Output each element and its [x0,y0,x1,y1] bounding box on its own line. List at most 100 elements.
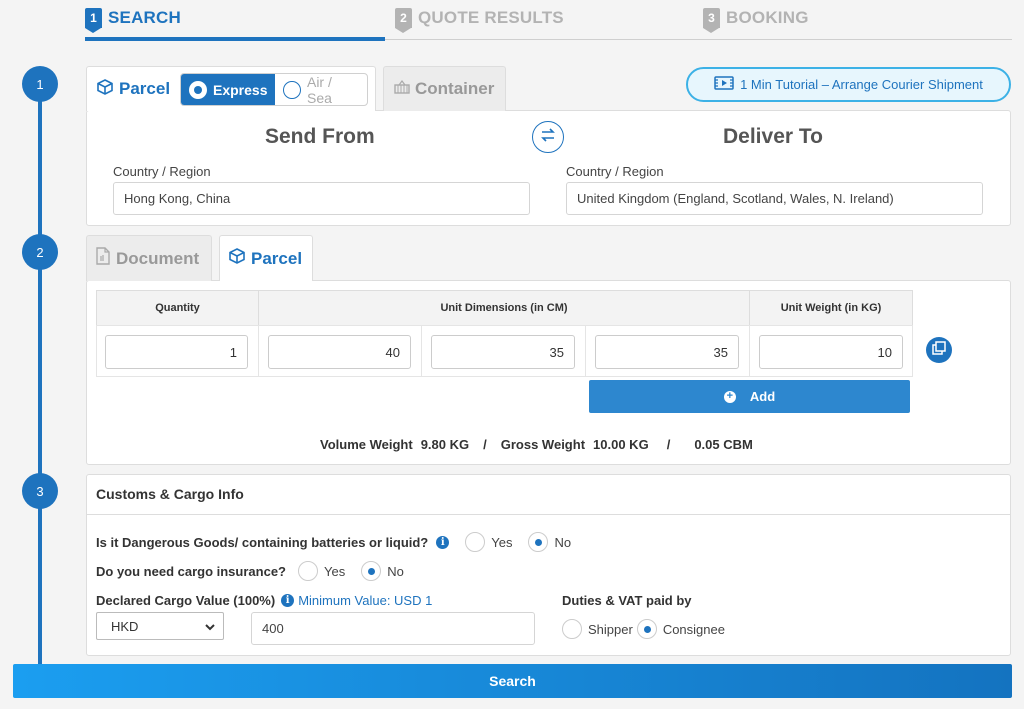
tab-container-label: Container [415,79,495,98]
video-icon [714,76,734,93]
send-from-title: Send From [265,125,375,148]
gross-weight-label: Gross Weight [500,437,586,452]
yes-label: Yes [324,563,346,579]
step-label: SEARCH [108,8,181,27]
step-number: 1 [85,8,102,33]
duties-consignee-radio[interactable]: Consignee [636,619,725,639]
radio-circle-selected [528,532,549,552]
radio-circle [465,532,486,552]
step-booking[interactable]: 3 BOOKING [703,8,809,33]
consignee-label: Consignee [662,621,725,637]
active-step-indicator [85,37,385,41]
declared-value-label: Declared Cargo Value (100%) [96,593,276,608]
step-quote-results[interactable]: 2 QUOTE RESULTS [395,8,564,33]
tutorial-label: 1 Min Tutorial – Arrange Courier Shipmen… [740,77,983,92]
from-country-label: Country / Region [113,164,211,179]
no-label: No [387,563,404,579]
plus-icon: + [723,390,736,403]
dimensions-header: Unit Dimensions (in CM) [258,290,750,326]
chevron-down-icon [205,619,215,634]
add-row-label: Add [749,389,776,404]
parcel-box-icon [97,78,113,100]
step-number: 2 [395,8,412,33]
radio-circle [562,619,582,639]
declared-value-input[interactable]: 400 [251,612,535,645]
duplicate-row-button[interactable] [926,337,952,363]
gross-weight-value: 10.00 KG [593,437,649,452]
minimum-value-hint: Minimum Value: USD 1 [298,593,433,608]
step-search[interactable]: 1 SEARCH [85,8,181,33]
deliver-to-title: Deliver To [723,125,823,148]
timeline-step-1: 1 [22,66,58,102]
to-country-input[interactable]: United Kingdom (England, Scotland, Wales… [566,182,983,215]
shipper-label: Shipper [588,621,633,637]
unit-weight-input[interactable]: 10 [759,335,903,369]
mode-express-label: Express [213,81,268,98]
radio-selected-icon [189,80,207,99]
tab-document[interactable]: Document [86,235,212,281]
parcel-box-icon [229,248,245,269]
timeline-line [38,84,42,666]
length-input[interactable]: 40 [268,335,411,369]
cbm-value: 0.05 CBM [694,437,753,452]
tab-parcel[interactable]: Parcel [219,235,313,281]
insurance-no-radio[interactable]: No [361,561,404,581]
customs-section-title: Customs & Cargo Info [86,474,1011,515]
tab-parcel-label: Parcel [119,79,171,98]
insurance-question: Do you need cargo insurance? Yes No [96,561,404,581]
radio-circle-selected [361,561,382,581]
from-country-input[interactable]: Hong Kong, China [113,182,530,215]
step-number: 3 [703,8,720,33]
radio-circle-selected [636,619,657,639]
separator: / [483,437,487,452]
height-input[interactable]: 35 [595,335,739,369]
dangerous-goods-label: Is it Dangerous Goods/ containing batter… [96,534,429,550]
step-label: BOOKING [726,8,809,27]
duties-shipper-radio[interactable]: Shipper [562,619,633,639]
currency-select[interactable]: HKD [96,612,224,640]
insurance-yes-radio[interactable]: Yes [298,561,345,581]
tutorial-button[interactable]: 1 Min Tutorial – Arrange Courier Shipmen… [686,67,1011,102]
currency-value: HKD [111,618,139,634]
radio-circle [298,561,318,581]
quantity-input[interactable]: 1 [105,335,248,369]
swap-route-button[interactable] [532,121,564,153]
search-button[interactable]: Search [13,664,1012,698]
tab-container-mode[interactable]: Container [383,66,506,111]
radio-empty-icon [283,80,301,99]
swap-arrows-icon [540,127,556,147]
weight-header: Unit Weight (in KG) [749,290,913,326]
volume-weight-value: 9.80 KG [420,437,470,452]
width-input[interactable]: 35 [431,335,575,369]
shipping-mode-toggle: Express Air / Sea [180,73,368,106]
insurance-label: Do you need cargo insurance? [96,563,286,579]
duties-options: Shipper Consignee [562,619,725,639]
weight-summary: Volume Weight 9.80 KG / Gross Weight 10.… [320,437,753,452]
step-progress-bar: 1 SEARCH 2 QUOTE RESULTS 3 BOOKING [85,0,1012,40]
info-icon[interactable]: i [436,535,450,549]
duties-label: Duties & VAT paid by [562,593,692,608]
timeline-step-2: 2 [22,234,58,270]
timeline-step-3: 3 [22,473,58,509]
tab-parcel-label: Parcel [251,248,303,268]
dangerous-yes-radio[interactable]: Yes [465,532,512,552]
info-icon[interactable]: i [281,594,295,607]
dangerous-goods-question: Is it Dangerous Goods/ containing batter… [96,532,571,552]
mode-express-option[interactable]: Express [181,74,276,105]
step-label: QUOTE RESULTS [418,8,564,27]
no-label: No [554,534,572,550]
yes-label: Yes [491,534,513,550]
mode-airsea-option[interactable]: Air / Sea [275,74,367,105]
container-icon [394,79,410,99]
copy-icon [932,340,946,360]
add-row-button[interactable]: + Add [589,380,910,413]
dangerous-no-radio[interactable]: No [528,532,571,552]
volume-weight-label: Volume Weight [320,437,413,452]
quantity-header: Quantity [96,290,259,326]
tab-document-label: Document [116,248,200,268]
to-country-label: Country / Region [566,164,664,179]
separator: / [666,437,671,452]
declared-value-label-row: Declared Cargo Value (100%) i Minimum Va… [96,593,432,608]
mode-airsea-label: Air / Sea [306,73,332,106]
document-icon [96,247,110,270]
